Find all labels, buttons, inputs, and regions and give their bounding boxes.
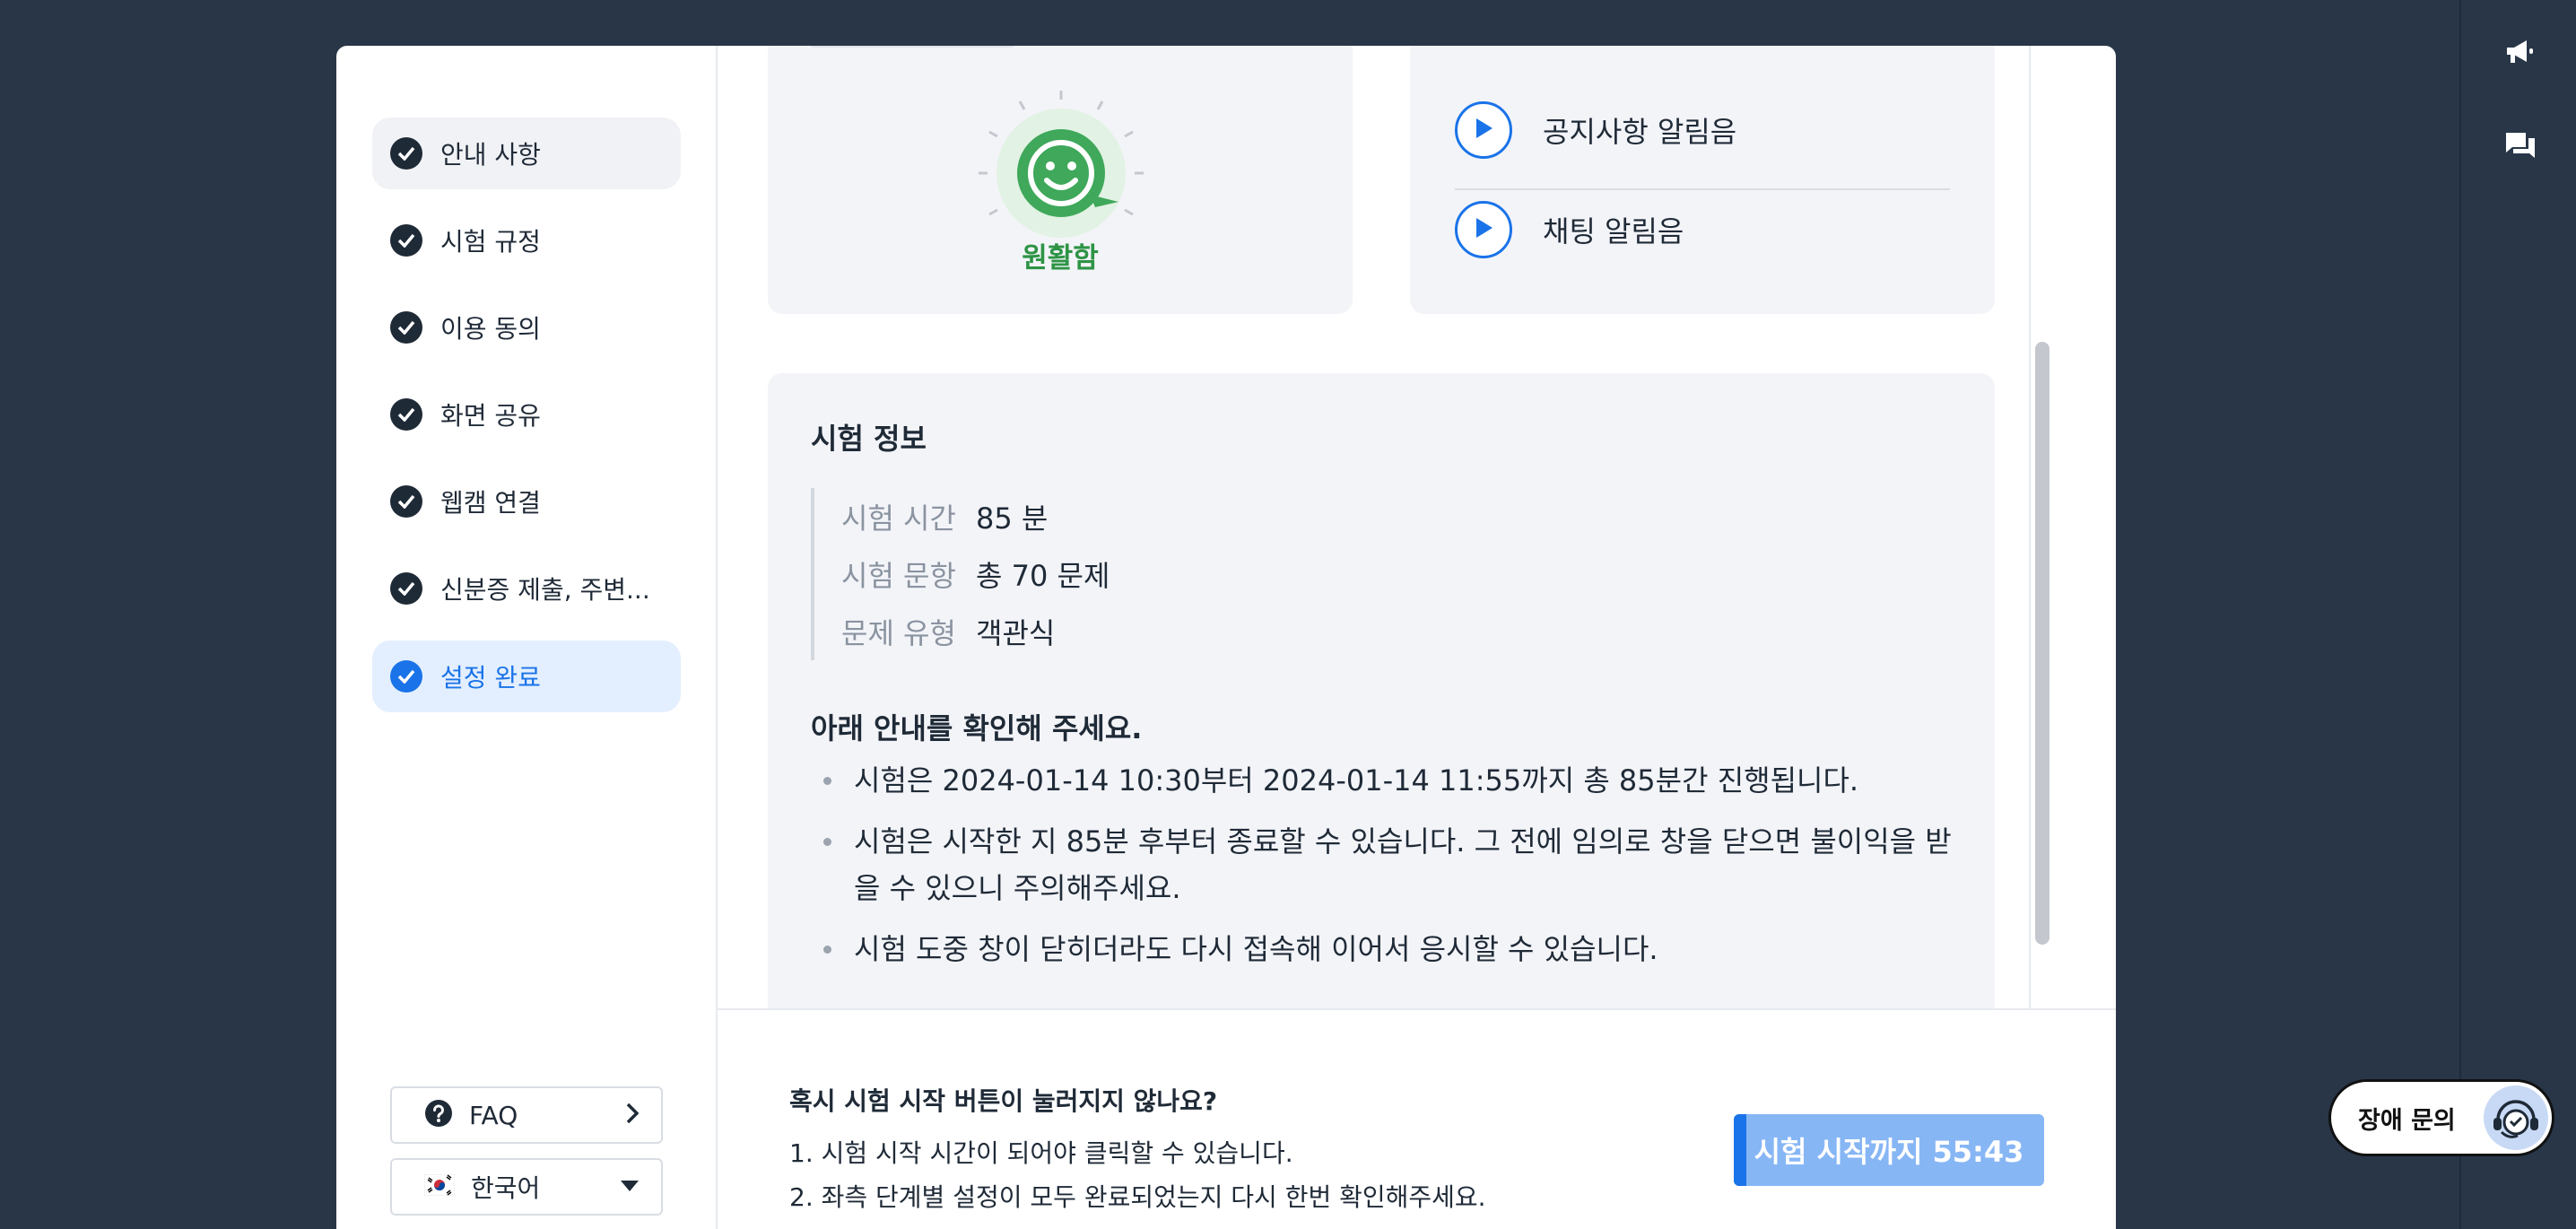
start-exam-button[interactable]: 시험 시작까지 55:43 <box>1734 1114 2044 1186</box>
notification-sounds-card: 공지사항 알림음 채팅 알림음 <box>1410 46 1995 314</box>
help-line: 2. 좌측 단계별 설정이 모두 완료되었는지 다시 한번 확인해주세요. <box>789 1182 1486 1212</box>
step-label: 화면 공유 <box>440 401 541 431</box>
caret-down-icon <box>620 1179 640 1196</box>
play-button[interactable] <box>1455 101 1512 159</box>
faq-button[interactable]: FAQ <box>390 1086 663 1144</box>
step-webcam[interactable]: 웹캠 연결 <box>372 466 681 537</box>
play-button[interactable] <box>1455 201 1512 258</box>
notice-list: 시험은 2024-01-14 10:30부터 2024-01-14 11:55까… <box>818 757 1975 987</box>
network-status-card: 원활함 <box>768 46 1353 314</box>
info-value: 85 분 <box>976 501 1049 536</box>
step-setup-complete[interactable]: 설정 완료 <box>372 641 681 712</box>
info-key: 문제 유형 <box>841 616 956 650</box>
check-circle-icon <box>390 224 422 257</box>
check-circle-icon <box>390 572 422 605</box>
help-title: 혹시 시험 시작 버튼이 눌러지지 않나요? <box>789 1086 1218 1116</box>
sound-row-chat: 채팅 알림음 <box>1455 201 1684 258</box>
network-status-label: 원활함 <box>1022 242 1099 275</box>
right-rail <box>2459 0 2576 1229</box>
footer-bar: 혹시 시험 시작 버튼이 눌러지지 않나요? 1. 시험 시작 시간이 되어야 … <box>718 1008 2116 1229</box>
list-item: 시험은 2024-01-14 10:30부터 2024-01-14 11:55까… <box>818 757 1975 804</box>
info-value: 객관식 <box>976 616 1056 650</box>
list-item: 시험 도중 창이 닫히더라도 다시 접속해 이어서 응시할 수 있습니다. <box>818 926 1975 972</box>
check-circle-icon <box>390 137 422 170</box>
info-key: 시험 시간 <box>841 501 956 536</box>
check-circle-icon <box>390 398 422 431</box>
step-label: 웹캠 연결 <box>440 488 541 518</box>
divider <box>1455 188 1950 190</box>
start-exam-label: 시험 시작까지 55:43 <box>1754 1135 2024 1169</box>
step-rules[interactable]: 시험 규정 <box>372 205 681 276</box>
info-key: 시험 문항 <box>841 559 956 593</box>
play-icon <box>1474 216 1493 243</box>
notice-title: 아래 안내를 확인해 주세요. <box>811 711 1143 745</box>
exam-info-title: 시험 정보 <box>811 422 927 456</box>
start-countdown-progress <box>1734 1114 1746 1186</box>
setup-steps-sidebar: 안내 사항 시험 규정 이용 동의 화면 공유 웹캠 연결 신분증 제출, 주변… <box>336 46 718 1229</box>
support-button[interactable]: 장애 문의 <box>2328 1079 2554 1156</box>
step-label: 시험 규정 <box>440 227 541 257</box>
language-label: 한국어 <box>471 1173 541 1203</box>
step-label: 안내 사항 <box>440 140 541 170</box>
info-row: 시험 시간 85 분 <box>841 488 1110 545</box>
help-line: 1. 시험 시작 시간이 되어야 클릭할 수 있습니다. <box>789 1138 1293 1168</box>
chevron-right-icon <box>625 1102 640 1129</box>
step-id-submission[interactable]: 신분증 제출, 주변... <box>372 553 681 624</box>
step-screen-share[interactable]: 화면 공유 <box>372 379 681 450</box>
support-agent-icon <box>2484 1085 2548 1150</box>
check-circle-icon <box>390 311 422 344</box>
sound-label: 채팅 알림음 <box>1543 214 1684 248</box>
check-circle-icon <box>390 660 422 693</box>
megaphone-icon[interactable] <box>2502 34 2538 70</box>
step-label: 설정 완료 <box>440 663 541 693</box>
main-content: 원활함 공지사항 알림음 채팅 알림음 시험 정보 시험 시간 85 분 시험 … <box>718 46 2116 1008</box>
step-notice[interactable]: 안내 사항 <box>372 118 681 189</box>
sound-row-notice: 공지사항 알림음 <box>1455 101 1736 159</box>
korea-flag-icon <box>423 1173 456 1199</box>
scrollbar-thumb[interactable] <box>2035 342 2049 945</box>
exam-info-card: 시험 정보 시험 시간 85 분 시험 문항 총 70 문제 문제 유형 객관식… <box>768 373 1995 1008</box>
info-value: 총 70 문제 <box>976 559 1110 593</box>
chat-icon[interactable] <box>2502 127 2538 163</box>
faq-label: FAQ <box>469 1100 518 1130</box>
exam-info-table: 시험 시간 85 분 시험 문항 총 70 문제 문제 유형 객관식 <box>811 488 1110 660</box>
language-select[interactable]: 한국어 <box>390 1158 663 1216</box>
question-circle-icon <box>424 1099 453 1131</box>
step-label: 신분증 제출, 주변... <box>440 575 650 605</box>
info-row: 시험 문항 총 70 문제 <box>841 545 1110 603</box>
step-consent[interactable]: 이용 동의 <box>372 292 681 363</box>
exam-setup-modal: 안내 사항 시험 규정 이용 동의 화면 공유 웹캠 연결 신분증 제출, 주변… <box>336 46 2116 1229</box>
support-label: 장애 문의 <box>2358 1106 2456 1135</box>
play-icon <box>1474 117 1493 144</box>
info-row: 문제 유형 객관식 <box>841 603 1110 660</box>
list-item: 시험은 시작한 지 85분 후부터 종료할 수 있습니다. 그 전에 임의로 창… <box>818 818 1975 911</box>
check-circle-icon <box>390 485 422 518</box>
step-label: 이용 동의 <box>440 314 541 344</box>
sound-label: 공지사항 알림음 <box>1543 115 1737 149</box>
